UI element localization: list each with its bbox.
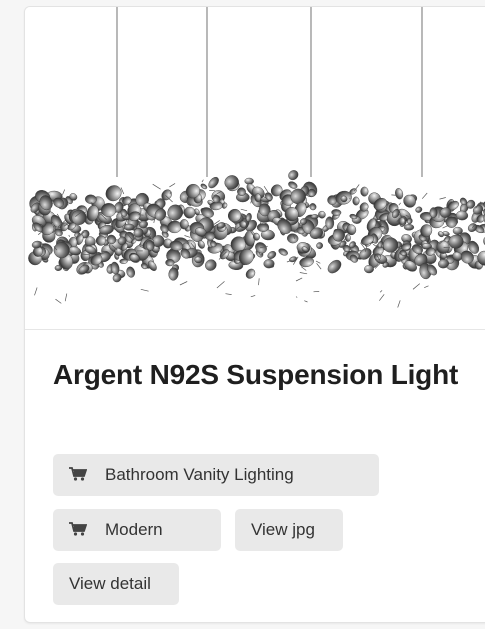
chandelier-leaf (403, 224, 415, 231)
chandelier-leaf (429, 207, 438, 218)
chandelier-stem (438, 209, 440, 218)
chandelier-stem (295, 277, 303, 282)
chandelier-stem (225, 293, 232, 295)
chandelier-leaf (316, 242, 323, 249)
chandelier-leaf (344, 234, 351, 242)
chandelier-leaf (200, 183, 208, 190)
chandelier-stem (379, 290, 383, 293)
chandelier-stem (299, 272, 308, 275)
chandelier-stem (391, 194, 397, 196)
chandelier-leaf (126, 266, 136, 278)
chandelier-leaf (325, 216, 335, 230)
chandelier-stem (379, 294, 385, 301)
chandelier-stem (295, 296, 298, 298)
chandelier-stem (315, 260, 321, 264)
chandelier-stem (439, 197, 446, 200)
chandelier-stem (421, 192, 428, 199)
chandelier-leaf (288, 181, 298, 189)
category-tag-label: Bathroom Vanity Lighting (105, 465, 294, 484)
chandelier-stem (397, 300, 401, 308)
view-jpg-label: View jpg (251, 520, 315, 539)
product-card: Argent N92S Suspension Light Bathroom Va… (24, 6, 485, 623)
chandelier-leaf (267, 251, 277, 259)
chandelier-stem (34, 287, 38, 296)
chandelier-stem (424, 285, 429, 289)
chandelier-leaf (403, 194, 416, 208)
chandelier-stem (184, 235, 191, 238)
chandelier-leaf (254, 193, 262, 202)
chandelier-leaf (119, 258, 128, 264)
chandelier-stem (152, 183, 161, 190)
chandelier-stem (179, 281, 188, 286)
chandelier-stem (250, 295, 256, 298)
chandelier-illustration (28, 7, 485, 308)
chandelier-leaf (212, 195, 221, 203)
chandelier-stem (258, 278, 260, 286)
chandelier-leaf (364, 265, 374, 274)
chandelier-leaf (318, 210, 326, 219)
cart-icon (69, 467, 87, 481)
chandelier-stem (169, 183, 176, 188)
chandelier-stem (250, 201, 252, 204)
chandelier-leaf (415, 206, 423, 213)
view-detail-label: View detail (69, 574, 151, 593)
style-tag-label: Modern (105, 520, 163, 539)
chandelier-stem (263, 186, 269, 194)
chandelier-stem (64, 293, 68, 302)
image-divider (25, 329, 485, 330)
chandelier-stem (398, 202, 401, 206)
chandelier-stem (442, 225, 449, 229)
view-detail-button[interactable]: View detail (53, 563, 179, 605)
chandelier-stem (140, 288, 149, 292)
product-title: Argent N92S Suspension Light (53, 359, 459, 390)
chandelier-stem (68, 234, 70, 237)
chandelier-leaf (352, 196, 360, 206)
chandelier-leaf (309, 203, 317, 211)
view-jpg-button[interactable]: View jpg (235, 509, 343, 551)
chandelier-leaf (310, 214, 319, 220)
chandelier-leaf (165, 258, 175, 267)
product-image[interactable] (25, 7, 485, 329)
chandelier-leaf (278, 248, 288, 256)
chandelier-leaf (123, 223, 135, 231)
chandelier-stem (240, 208, 248, 212)
chandelier-stem (55, 298, 62, 304)
chandelier-leaf (244, 177, 254, 185)
chandelier-stem (138, 214, 144, 216)
chandelier-leaf (288, 170, 299, 181)
style-tag-button[interactable]: Modern (53, 509, 221, 551)
chandelier-stem (300, 266, 307, 271)
chandelier-stem (201, 179, 204, 183)
chandelier-leaf (100, 203, 117, 218)
chandelier-stem (216, 281, 225, 289)
chandelier-leaf (287, 233, 299, 244)
category-tag-button[interactable]: Bathroom Vanity Lighting (53, 454, 379, 496)
chandelier-leaf (183, 206, 196, 219)
cart-icon (69, 522, 87, 536)
chandelier-leaf (205, 259, 217, 271)
chandelier-stem (62, 189, 66, 195)
chandelier-leaf (331, 209, 342, 216)
chandelier-leaf (245, 268, 256, 279)
chandelier-stem (304, 300, 308, 303)
chandelier-leaf (327, 259, 342, 274)
chandelier-leaf (360, 186, 369, 197)
chandelier-leaf (208, 176, 219, 189)
chandelier-stem (316, 263, 322, 270)
chandelier-leaf (395, 188, 404, 200)
chandelier-leaf (179, 219, 189, 230)
chandelier-stem (412, 283, 421, 290)
